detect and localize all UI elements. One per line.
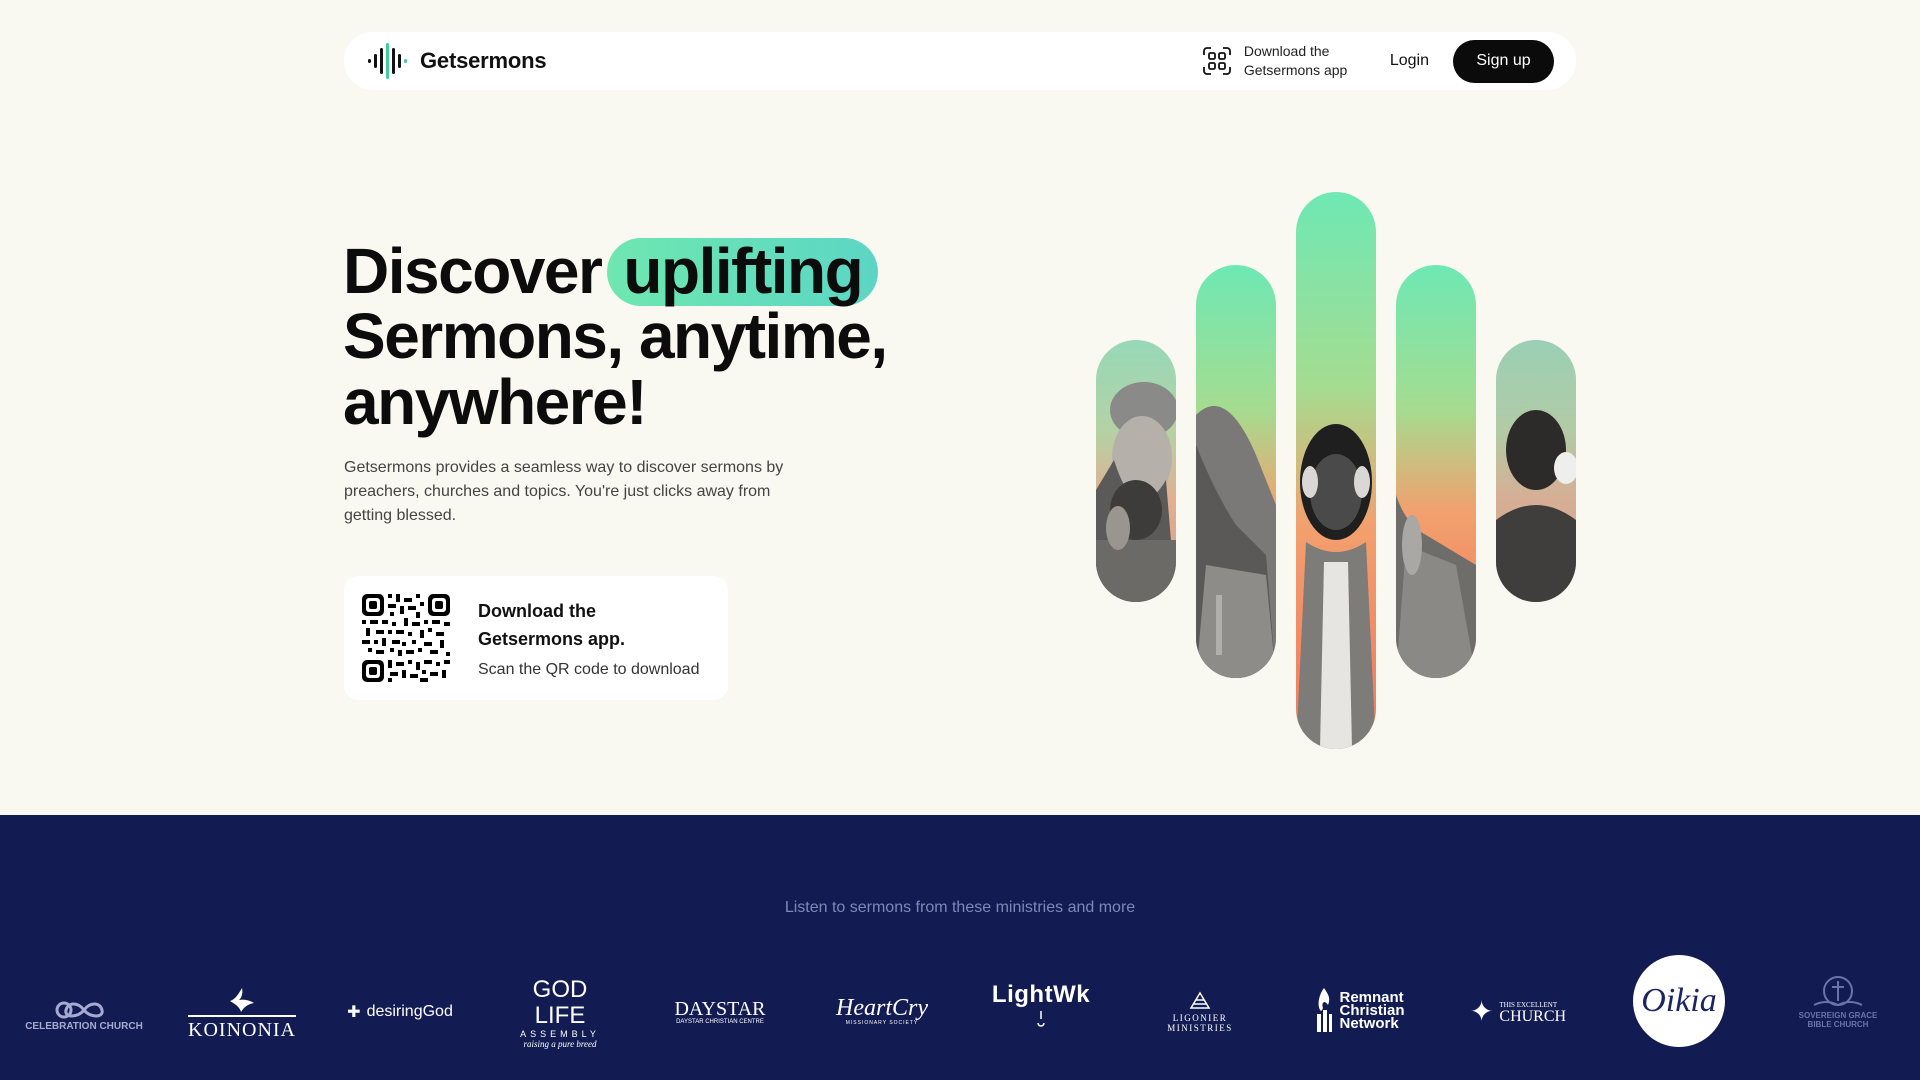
flame-icon xyxy=(1317,988,1333,1032)
logo-remnant-christian-network[interactable]: Remnant Christian Network xyxy=(1308,979,1412,1041)
qr-scan-icon xyxy=(1202,47,1231,75)
logo-godlife-tag: raising a pure breed xyxy=(523,1039,597,1049)
logo-koinonia[interactable]: KOINONIA xyxy=(188,979,296,1049)
signup-button[interactable]: Sign up xyxy=(1453,39,1554,83)
qr-card-text: Download the Getsermons app. Scan the QR… xyxy=(478,597,699,679)
top-nav: Getsermons Download the Getsermons app L… xyxy=(344,32,1576,90)
logo-remnant-line3: Network xyxy=(1339,1014,1399,1032)
login-link[interactable]: Login xyxy=(1390,52,1429,70)
listener-photo-3 xyxy=(1296,192,1376,749)
logo-daystar[interactable]: DAYSTAR DAYSTAR CHRISTIAN CENTRE xyxy=(670,987,770,1037)
logo-heartcry-sub: MISSIONARY SOCIETY xyxy=(845,1020,919,1026)
logo-this-excellent-church[interactable]: ✦ THIS EXCELLENT CHURCH xyxy=(1464,989,1572,1033)
ministries-section: Listen to sermons from these ministries … xyxy=(0,815,1920,1080)
ligonier-icon xyxy=(1189,991,1211,1009)
hero-title-line1: Discover uplifting xyxy=(343,235,887,307)
logo-celebration-text: CELEBRATION CHURCH xyxy=(25,1020,143,1032)
nav-actions: Download the Getsermons app Login Sign u… xyxy=(1202,39,1554,83)
logo-desiringgod-text: desiringGod xyxy=(366,1003,453,1020)
brand-logo[interactable]: Getsermons xyxy=(366,42,547,80)
hero-title: Discover uplifting Sermons, anytime, anyw… xyxy=(343,235,888,438)
ministry-logo-strip: CELEBRATION CHURCH KOINONIA ✚ desiringGo… xyxy=(0,955,1920,1080)
logo-celebration-church[interactable]: CELEBRATION CHURCH xyxy=(25,985,143,1045)
bible-cross-icon xyxy=(1813,976,1863,1007)
star-cross-icon: ✦ xyxy=(1469,995,1494,1027)
waveform-logo-icon xyxy=(368,43,407,79)
qr-code-icon xyxy=(362,594,450,682)
logo-oikia-text: Oikia xyxy=(1641,982,1717,1019)
logo-lightwk-text: LightWk xyxy=(991,981,1091,1008)
logo-ligonier[interactable]: LIGONIER MINISTRIES xyxy=(1140,985,1260,1039)
logo-excellent-main: CHURCH xyxy=(1499,1008,1567,1025)
download-app-line2: Getsermons app xyxy=(1243,62,1348,78)
listener-photo-1 xyxy=(1096,340,1176,602)
logo-sovereign-line2: BIBLE CHURCH xyxy=(1807,1020,1869,1029)
download-app-link[interactable]: Download the Getsermons app xyxy=(1202,42,1354,80)
infinity-icon xyxy=(55,1001,104,1018)
hero-title-line3: anywhere! xyxy=(343,366,648,438)
ministries-caption: Listen to sermons from these ministries … xyxy=(784,899,1136,916)
logo-daystar-text: DAYSTAR xyxy=(674,998,766,1020)
logo-lightwk[interactable]: LightWk xyxy=(986,973,1096,1037)
logo-godlife-assembly[interactable]: GOD LIFE ASSEMBLY raising a pure breed xyxy=(510,975,610,1051)
logo-excellent-text: THIS EXCELLENT CHURCH xyxy=(1499,999,1567,1025)
hero-illustration xyxy=(1096,192,1576,752)
logo-heartcry[interactable]: HeartCry MISSIONARY SOCIETY xyxy=(834,987,930,1035)
qr-card-subtitle: Scan the QR code to download xyxy=(478,661,700,678)
listener-photo-2 xyxy=(1196,265,1276,678)
download-app-text: Download the Getsermons app xyxy=(1244,42,1354,80)
logo-remnant-text: Remnant Christian Network xyxy=(1339,990,1404,1032)
dove-icon xyxy=(230,987,254,1012)
logo-oikia[interactable]: Oikia xyxy=(1633,955,1725,1047)
logo-godlife-sub: ASSEMBLY xyxy=(520,1029,600,1039)
cross-mark-icon: ✚ xyxy=(347,1004,361,1021)
logo-daystar-sub: DAYSTAR CHRISTIAN CENTRE xyxy=(676,1019,764,1025)
logo-godlife-text: GOD LIFE xyxy=(532,976,588,1029)
listener-photo-5 xyxy=(1496,340,1576,602)
listener-photo-4 xyxy=(1396,265,1476,678)
bulb-icon xyxy=(1037,1011,1045,1027)
qr-card-title: Download the Getsermons app. xyxy=(478,601,626,649)
download-app-line1: Download the xyxy=(1243,43,1330,59)
logo-koinonia-text: KOINONIA xyxy=(188,1014,296,1042)
brand-name: Getsermons xyxy=(420,48,547,73)
hero-title-line2: Sermons, anytime, xyxy=(343,300,888,372)
logo-heartcry-text: HeartCry xyxy=(836,995,928,1021)
logo-ligonier-text: LIGONIER MINISTRIES xyxy=(1167,1013,1233,1033)
logo-sovereign-line1: SOVEREIGN GRACE xyxy=(1798,1011,1878,1020)
logo-sovereign-grace[interactable]: SOVEREIGN GRACE BIBLE CHURCH xyxy=(1786,965,1890,1039)
hero-title-highlight: uplifting xyxy=(607,238,879,306)
logo-desiringgod[interactable]: ✚ desiringGod xyxy=(344,995,456,1029)
hero-description: Getsermons provides a seamless way to di… xyxy=(344,459,784,524)
qr-download-card[interactable]: Download the Getsermons app. Scan the QR… xyxy=(344,576,728,700)
hero-title-word: Discover xyxy=(343,235,603,307)
